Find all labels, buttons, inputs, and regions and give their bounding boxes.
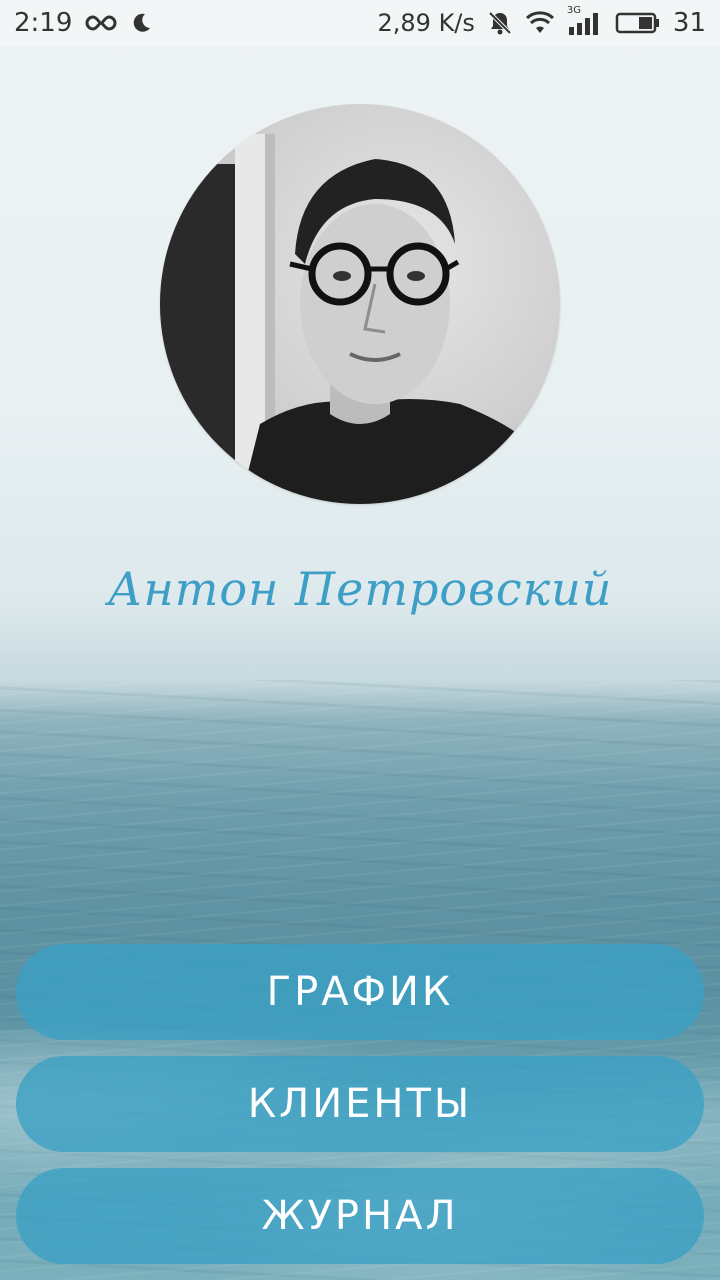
status-bar: 2:19 2,89 K/s 3G 31 — [0, 0, 720, 46]
profile-photo-icon — [160, 134, 560, 504]
profile-name: Антон Петровский — [107, 562, 613, 616]
battery-icon — [615, 11, 661, 35]
signal-label: 3G — [566, 5, 582, 16]
journal-button[interactable]: ЖУРНАЛ — [16, 1168, 704, 1264]
clients-button[interactable]: КЛИЕНТЫ — [16, 1056, 704, 1152]
status-bar-left: 2:19 — [14, 8, 152, 38]
status-bar-right: 2,89 K/s 3G 31 — [377, 5, 707, 38]
bell-muted-icon — [487, 10, 513, 36]
infinity-icon — [84, 13, 118, 33]
schedule-button[interactable]: ГРАФИК — [16, 944, 704, 1040]
moon-icon — [130, 12, 152, 34]
network-speed: 2,89 K/s — [377, 9, 475, 37]
avatar[interactable] — [160, 104, 560, 504]
signal-icon: 3G — [567, 5, 603, 35]
wifi-icon — [525, 11, 555, 35]
battery-level: 31 — [672, 8, 706, 38]
status-time: 2:19 — [14, 8, 73, 38]
